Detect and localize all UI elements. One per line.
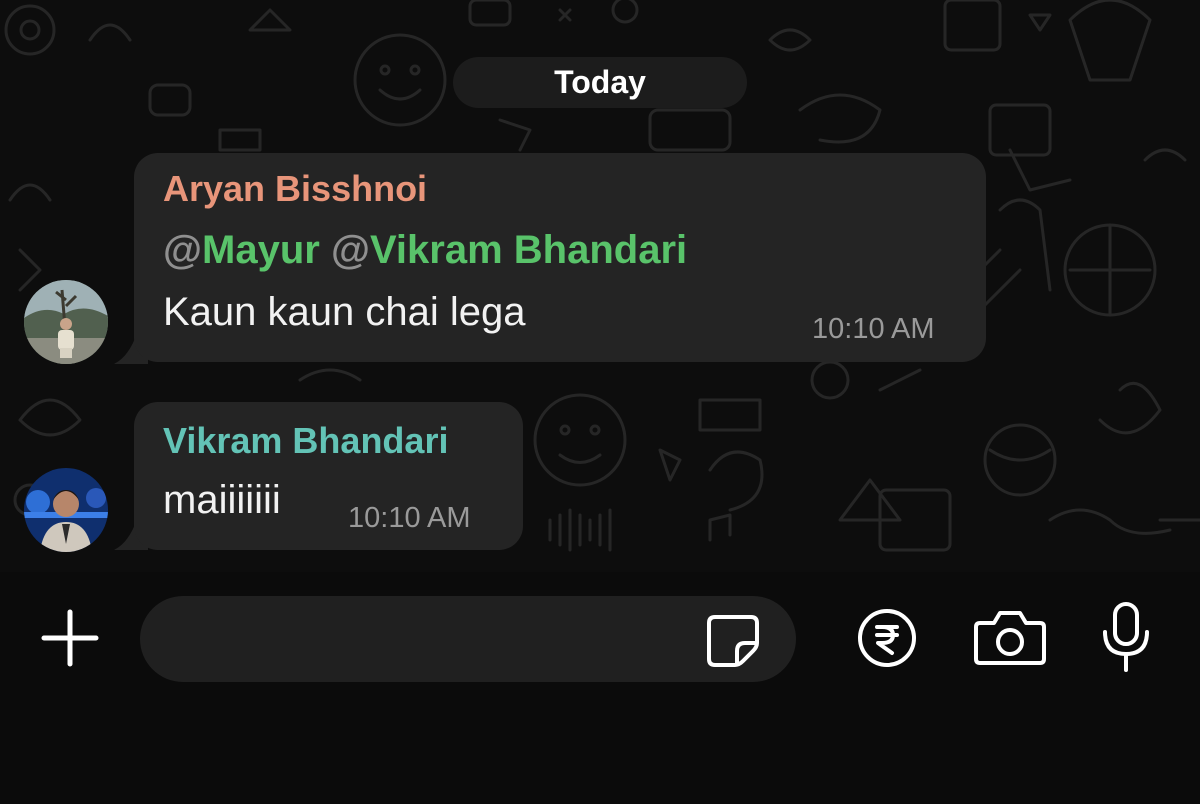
microphone-button[interactable] <box>1094 598 1158 676</box>
mention-vikram-bhandari[interactable]: Vikram Bhandari <box>370 228 687 272</box>
rupee-icon <box>858 609 916 667</box>
chat-area[interactable]: Today Aryan Bisshnoi @Mayur @Vikram Bhan… <box>0 0 1200 572</box>
input-bar <box>0 572 1200 804</box>
avatar-photo <box>24 468 108 552</box>
payment-button[interactable] <box>853 604 921 672</box>
avatar[interactable] <box>24 468 108 552</box>
mentions-line: @Mayur @Vikram Bhandari <box>163 228 687 273</box>
attach-button[interactable] <box>36 604 104 672</box>
mention-mayur[interactable]: Mayur <box>202 228 320 272</box>
mention-at-symbol: @ <box>330 228 370 272</box>
message-text: maiiiiiii <box>163 478 281 522</box>
message-time: 10:10 AM <box>812 313 935 345</box>
message-text: Kaun kaun chai lega <box>163 290 526 334</box>
microphone-icon <box>1103 602 1149 672</box>
message-time: 10:10 AM <box>348 502 471 534</box>
date-separator: Today <box>453 57 747 108</box>
sender-name[interactable]: Vikram Bhandari <box>163 420 448 462</box>
avatar-photo <box>24 280 108 364</box>
camera-icon <box>974 611 1046 665</box>
sender-name[interactable]: Aryan Bisshnoi <box>163 168 427 210</box>
avatar[interactable] <box>24 280 108 364</box>
mention-at-symbol: @ <box>163 228 203 272</box>
message-input[interactable] <box>140 596 796 682</box>
sticker-icon <box>707 615 759 667</box>
plus-icon <box>41 609 99 667</box>
sticker-button[interactable] <box>704 612 762 670</box>
camera-button[interactable] <box>972 604 1048 672</box>
